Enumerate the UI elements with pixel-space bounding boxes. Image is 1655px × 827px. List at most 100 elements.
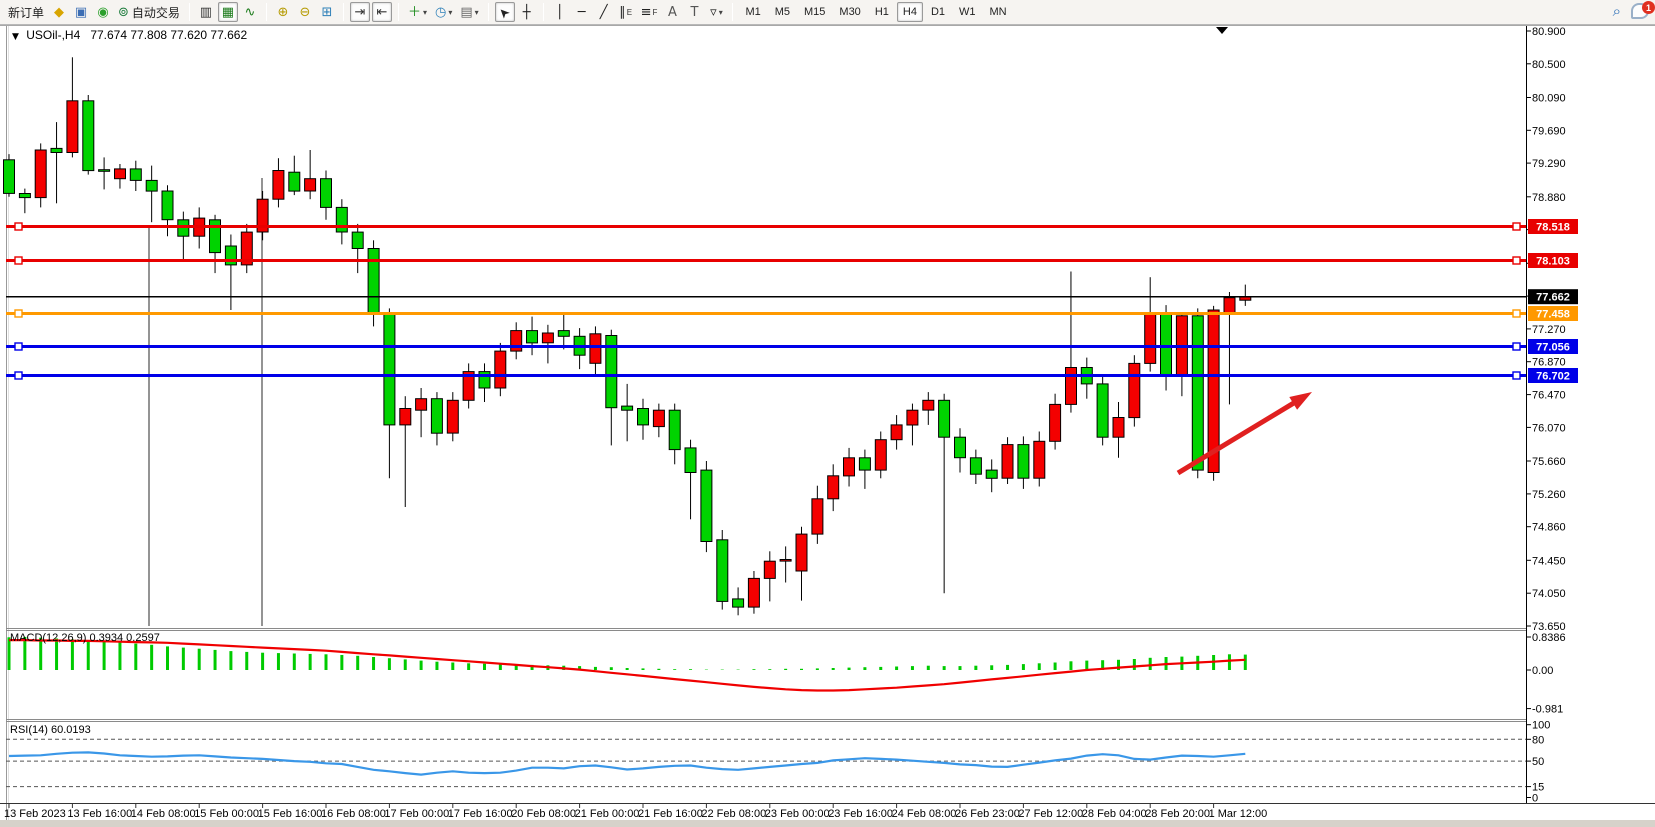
auto-scroll-icon[interactable]: ⇤	[372, 2, 392, 22]
market-watch-icon[interactable]: ▣	[71, 2, 91, 22]
candlestick-style-icon[interactable]: ▦	[218, 2, 238, 22]
templates-icon[interactable]: ▤▾	[457, 2, 481, 22]
candle-body	[844, 458, 855, 476]
price-badge-label: 78.518	[1536, 222, 1570, 234]
periods-clock-icon[interactable]: ◷▾	[432, 2, 455, 22]
time-tick-label: 26 Feb 23:00	[955, 808, 1020, 820]
candle-body	[1224, 298, 1235, 313]
cursor-icon[interactable]: ➤	[495, 2, 515, 22]
candle-body	[891, 425, 902, 440]
toolbar-separator	[398, 3, 399, 21]
vertical-line-icon[interactable]: │	[550, 2, 570, 22]
time-tick-label: 24 Feb 08:00	[892, 808, 957, 820]
bar-chart-style-icon[interactable]: ▥	[196, 2, 216, 22]
candle-body	[955, 437, 966, 458]
search-icon[interactable]: ⌕	[1613, 2, 1621, 20]
candle-body	[4, 160, 15, 194]
line-chart-style-icon[interactable]: ∿	[240, 2, 260, 22]
horizontal-line-icon[interactable]: ─	[572, 2, 592, 22]
tf-mn[interactable]: MN	[984, 2, 1013, 22]
candle-body	[352, 232, 363, 248]
tile-windows-icon[interactable]: ⊞	[317, 2, 337, 22]
zoom-in-icon[interactable]: ⊕	[273, 2, 293, 22]
time-tick-label: 20 Feb 08:00	[511, 808, 576, 820]
equidistant-channel-icon[interactable]: ∥E	[616, 2, 636, 22]
chart-symbol-period: USOil-,H4	[26, 28, 80, 42]
price-tick-label: 76.470	[1532, 390, 1566, 402]
price-tick-label: 74.450	[1532, 555, 1566, 567]
price-tick-label: 74.860	[1532, 522, 1566, 534]
shapes-icon[interactable]: ▿▾	[706, 2, 726, 22]
time-tick-label: 13 Feb 16:00	[67, 808, 132, 820]
trend-arrow-head[interactable]	[1289, 392, 1312, 410]
candle-body	[1066, 368, 1077, 405]
tf-m1[interactable]: M1	[739, 2, 766, 22]
macd-indicator-label: MACD(12,26,9) 0.3934 0.2597	[10, 632, 160, 644]
price-tick-label: 78.880	[1532, 192, 1566, 204]
crosshair-icon[interactable]: ┼	[517, 2, 537, 22]
line-handle[interactable]	[1513, 372, 1520, 379]
charts-gold-icon[interactable]: ◆	[49, 2, 69, 22]
scroll-marker-icon[interactable]	[1216, 27, 1228, 34]
chart-shift-icon[interactable]: ⇥	[350, 2, 370, 22]
line-handle[interactable]	[15, 343, 22, 350]
chat-icon[interactable]: 1	[1631, 3, 1649, 19]
line-handle[interactable]	[1513, 257, 1520, 264]
toolbar-separator	[189, 3, 190, 21]
line-handle[interactable]	[15, 223, 22, 230]
line-handle[interactable]	[1513, 310, 1520, 317]
tf-h1[interactable]: H1	[869, 2, 895, 22]
candle-body	[495, 351, 506, 388]
tf-d1[interactable]: D1	[925, 2, 951, 22]
price-tick-label: 75.260	[1532, 489, 1566, 501]
candle-body	[115, 169, 126, 179]
candle-body	[305, 179, 316, 191]
fibonacci-icon[interactable]: ≡F	[638, 2, 661, 22]
candle-body	[1002, 445, 1013, 479]
toolbar-separator	[543, 3, 544, 21]
candle-body	[1145, 313, 1156, 363]
candle-body	[748, 578, 759, 607]
time-tick-label: 27 Feb 12:00	[1018, 808, 1083, 820]
line-handle[interactable]	[15, 310, 22, 317]
candle-body	[416, 399, 427, 411]
autotrade-button[interactable]: ⊚自动交易	[115, 2, 183, 22]
candle-body	[384, 314, 395, 425]
chart-canvas[interactable]: 80.90080.50080.09079.69079.29078.88078.4…	[0, 0, 1655, 827]
candle-body	[986, 470, 997, 478]
candle-body	[638, 409, 649, 425]
tf-m5[interactable]: M5	[769, 2, 796, 22]
tf-h4[interactable]: H4	[897, 2, 923, 22]
macd-tick-label: 0.00	[1532, 665, 1553, 677]
price-tick-label: 76.870	[1532, 357, 1566, 369]
new-chart-icon[interactable]: ＋▾	[405, 2, 430, 22]
time-tick-label: 21 Feb 16:00	[638, 808, 703, 820]
line-handle[interactable]	[1513, 223, 1520, 230]
candle-body	[1192, 316, 1203, 470]
tf-m15[interactable]: M15	[798, 2, 831, 22]
zoom-out-icon[interactable]: ⊖	[295, 2, 315, 22]
tf-w1[interactable]: W1	[953, 2, 982, 22]
line-handle[interactable]	[15, 257, 22, 264]
candle-body	[923, 400, 934, 410]
candle-body	[289, 172, 300, 191]
status-strip	[0, 820, 1655, 827]
time-tick-label: 21 Feb 00:00	[575, 808, 640, 820]
signals-icon[interactable]: ◉	[93, 2, 113, 22]
macd-signal-line	[9, 640, 1245, 690]
price-tick-label: 80.500	[1532, 59, 1566, 71]
time-tick-label: 1 Mar 12:00	[1209, 808, 1268, 820]
candle-body	[162, 191, 173, 220]
candle-body	[447, 400, 458, 433]
price-tick-label: 79.690	[1532, 125, 1566, 137]
label-icon[interactable]: T	[684, 2, 704, 22]
trendline-icon[interactable]: ╱	[594, 2, 614, 22]
chevron-down-icon[interactable]: ▼	[12, 32, 19, 42]
price-tick-label: 80.900	[1532, 26, 1566, 38]
text-icon[interactable]: A	[662, 2, 682, 22]
line-handle[interactable]	[15, 372, 22, 379]
candle-body	[669, 410, 680, 449]
line-handle[interactable]	[1513, 343, 1520, 350]
new-order-button[interactable]: 新订单	[5, 2, 47, 22]
tf-m30[interactable]: M30	[833, 2, 866, 22]
